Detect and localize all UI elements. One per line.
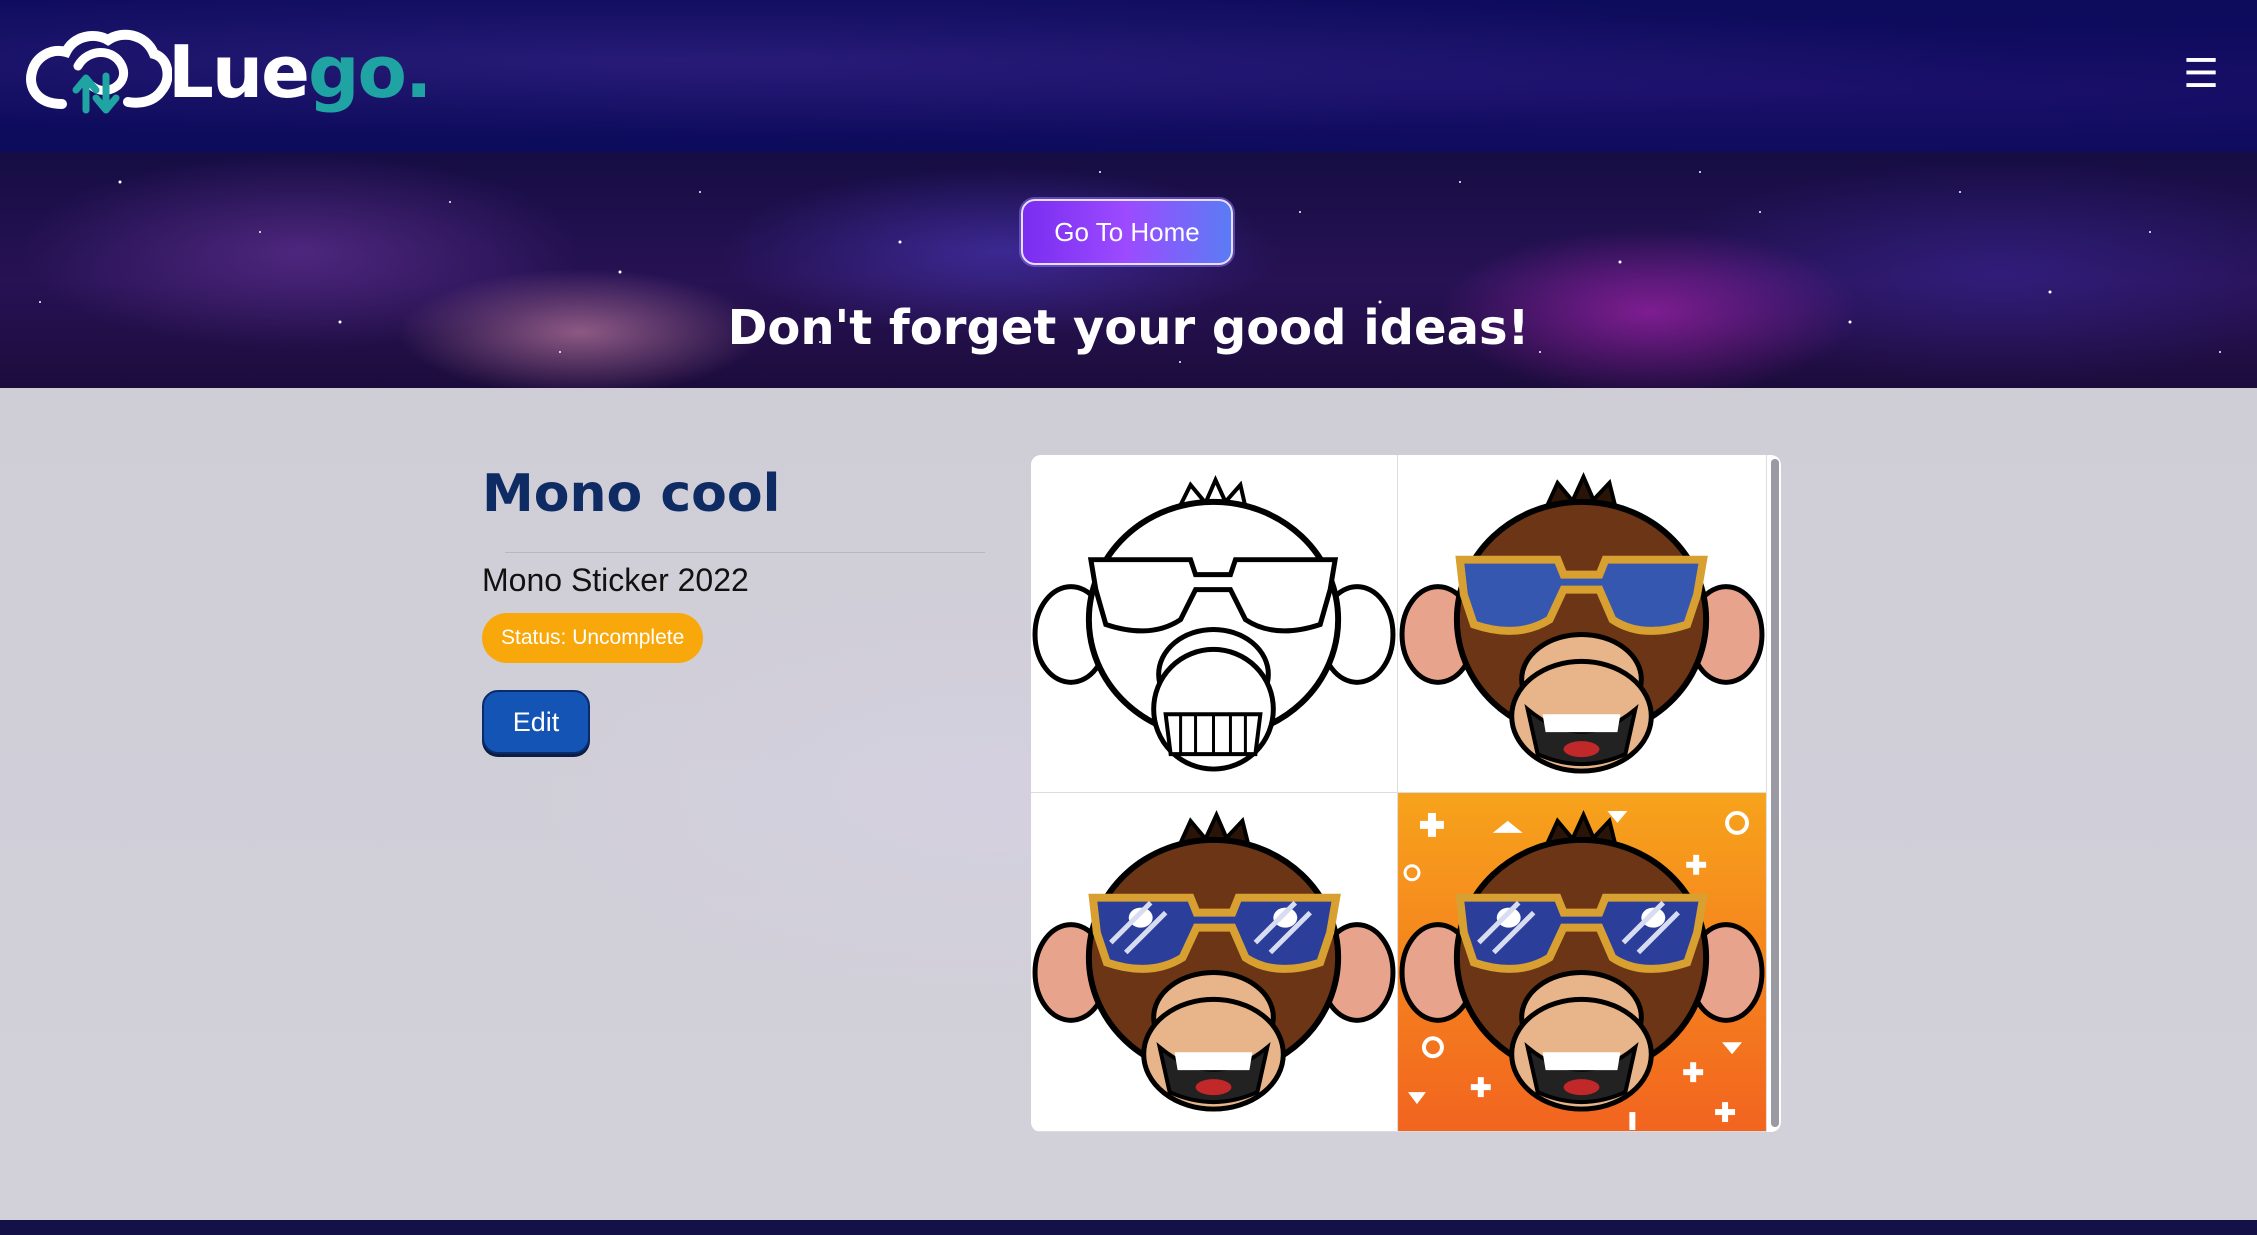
idea-subtitle: Mono Sticker 2022 <box>482 562 749 598</box>
idea-title: Mono cool <box>482 464 781 524</box>
navbar: Luego. ☰ <box>0 0 2257 152</box>
gallery-image-orange-background[interactable] <box>1398 793 1767 1132</box>
go-to-home-button[interactable]: Go To Home <box>1021 199 1233 265</box>
status-badge: Status: Uncomplete <box>482 613 704 663</box>
footer <box>0 1220 2257 1235</box>
cloud-sync-logo-icon <box>26 29 172 114</box>
edit-button[interactable]: Edit <box>482 690 590 754</box>
image-gallery[interactable] <box>1031 455 1781 1132</box>
gallery-image-colored-flat[interactable] <box>1398 455 1767 793</box>
gallery-scrollbar[interactable] <box>1771 459 1779 1127</box>
gallery-grid <box>1031 455 1767 1132</box>
idea-detail: Mono cool Mono Sticker 2022 Status: Unco… <box>0 388 2257 1220</box>
brand-logo[interactable]: Luego. <box>22 26 432 118</box>
monkey-shiny-glasses-icon <box>1031 793 1397 1131</box>
monkey-colored-icon <box>1398 455 1766 792</box>
gallery-scrollbar-thumb[interactable] <box>1771 459 1779 1127</box>
hero-tagline: Don't forget your good ideas! <box>727 300 1530 356</box>
brand-name-dot: . <box>404 30 432 114</box>
title-divider <box>505 552 985 553</box>
monkey-line-art-icon <box>1031 455 1397 792</box>
brand-name-main: Lue <box>168 30 310 114</box>
brand-name: Luego. <box>168 36 432 108</box>
gallery-image-colored-shiny[interactable] <box>1031 793 1398 1132</box>
monkey-orange-background-icon <box>1398 793 1766 1131</box>
hamburger-menu-icon[interactable]: ☰ <box>2181 54 2221 94</box>
brand-name-accent: go <box>307 30 407 114</box>
gallery-image-line-art[interactable] <box>1031 455 1398 793</box>
hero-banner: Go To Home Don't forget your good ideas! <box>0 152 2257 388</box>
